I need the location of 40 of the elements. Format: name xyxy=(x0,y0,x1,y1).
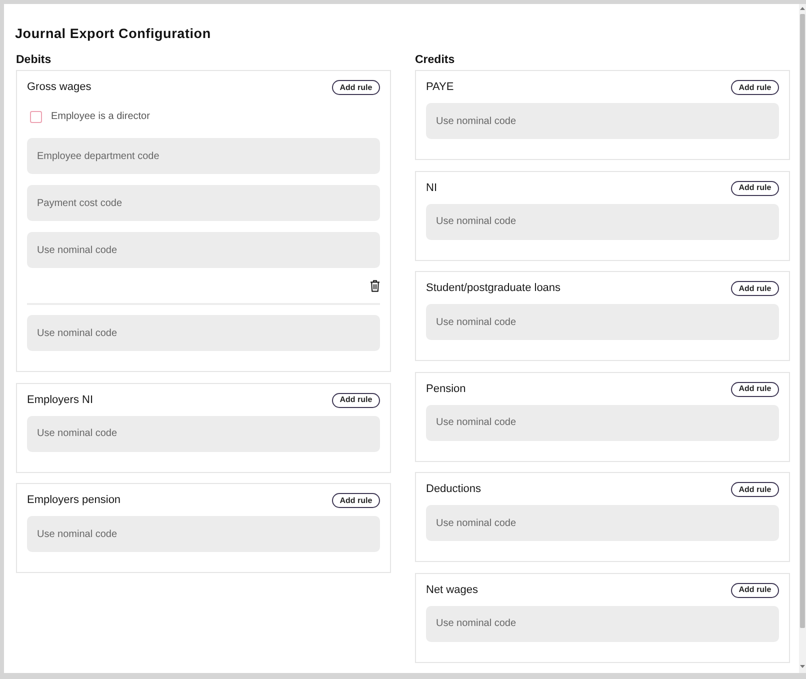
input-field[interactable]: Payment cost code xyxy=(27,185,380,221)
card-title: Employers NI xyxy=(27,392,94,408)
card-title: Student/postgraduate loans xyxy=(426,281,561,296)
input-field[interactable]: Use nominal code xyxy=(426,505,779,541)
add-rule-button[interactable]: Add rule xyxy=(731,382,779,396)
checkbox-label: Employee is a director xyxy=(51,110,150,124)
card-title: PAYE xyxy=(426,80,454,95)
input-field[interactable]: Use nominal code xyxy=(426,304,779,340)
scrollbar-thumb[interactable] xyxy=(800,14,805,628)
scroll-down-icon[interactable] xyxy=(800,665,805,668)
add-rule-button[interactable]: Add rule xyxy=(731,281,779,296)
input-field[interactable]: Use nominal code xyxy=(426,103,779,139)
input-field[interactable]: Use nominal code xyxy=(27,315,380,351)
add-rule-button[interactable]: Add rule xyxy=(731,180,779,196)
add-rule-button[interactable]: Add rule xyxy=(731,80,779,95)
section-heading: Credits xyxy=(415,53,455,67)
input-field[interactable]: Use nominal code xyxy=(27,516,380,552)
section-heading: Debits xyxy=(16,53,52,67)
scrollbar-track[interactable] xyxy=(799,4,806,673)
input-field[interactable]: Use nominal code xyxy=(426,404,779,440)
input-field[interactable]: Use nominal code xyxy=(27,232,380,268)
input-field[interactable]: Use nominal code xyxy=(27,416,380,452)
card-title: Deductions xyxy=(426,482,482,497)
add-rule-button[interactable]: Add rule xyxy=(332,392,380,408)
input-field[interactable]: Use nominal code xyxy=(426,204,779,240)
card-title: Gross wages xyxy=(27,80,92,95)
add-rule-button[interactable]: Add rule xyxy=(731,482,779,497)
card-title: NI xyxy=(426,180,437,196)
input-field[interactable]: Use nominal code xyxy=(426,606,779,642)
page-title: Journal Export Configuration xyxy=(15,25,211,43)
trash-icon[interactable] xyxy=(370,280,380,292)
input-field[interactable]: Employee department code xyxy=(27,138,380,174)
add-rule-button[interactable]: Add rule xyxy=(731,582,779,598)
card-title: Employers pension xyxy=(27,493,121,508)
card-title: Pension xyxy=(426,382,466,396)
card-title: Net wages xyxy=(426,582,478,598)
add-rule-button[interactable]: Add rule xyxy=(332,80,380,95)
scroll-up-icon[interactable] xyxy=(800,7,805,10)
checkbox[interactable] xyxy=(30,111,42,123)
add-rule-button[interactable]: Add rule xyxy=(332,493,380,508)
